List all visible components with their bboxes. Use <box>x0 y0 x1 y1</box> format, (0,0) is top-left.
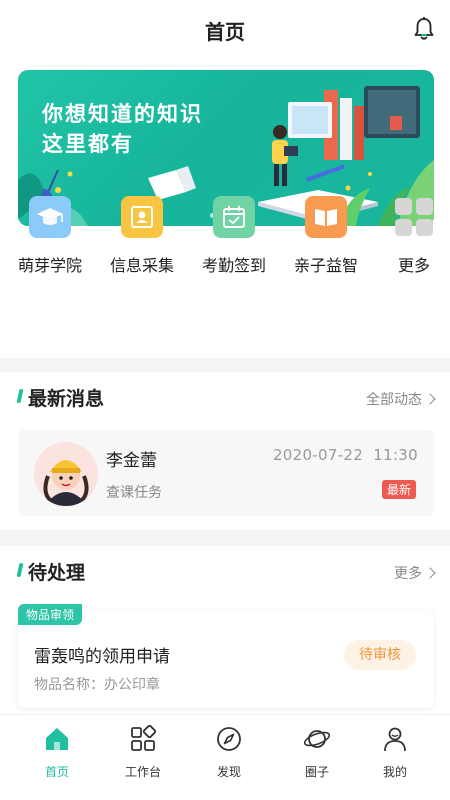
grid-icon <box>393 196 435 238</box>
news-time: 11:30 <box>373 446 418 464</box>
menu-item-label: 萌芽学院 <box>17 256 82 275</box>
todo-card[interactable]: 物品审领 雷轰鸣的领用申请 物品名称：办公印章 待审核 <box>18 604 434 708</box>
quick-menu: 萌芽学院 信息采集 考勤签到 亲子益智 更多 <box>0 196 450 286</box>
news-date: 2020-07-22 <box>272 446 364 464</box>
menu-item-parent-child[interactable]: 亲子益智 <box>284 196 368 276</box>
news-more-label: 全部动态 <box>366 392 422 408</box>
todo-item-subtitle: 物品名称：办公印章 <box>34 677 160 693</box>
todo-more-link[interactable]: 更多 <box>394 563 436 583</box>
todo-section: 待处理 更多 物品审领 雷轰鸣的领用申请 物品名称：办公印章 待审核 <box>0 546 450 716</box>
tab-label: 工作台 <box>124 765 161 779</box>
page-title: 首页 <box>205 20 245 44</box>
bell-icon[interactable] <box>412 16 436 42</box>
id-card-icon <box>121 196 163 238</box>
news-author-name: 李金蕾 <box>106 451 157 471</box>
menu-item-mengya-academy[interactable]: 萌芽学院 <box>8 196 92 276</box>
book-icon <box>305 196 347 238</box>
menu-item-info-collect[interactable]: 信息采集 <box>100 196 184 276</box>
todo-title: 待处理 <box>28 562 86 584</box>
tab-workbench[interactable]: 工作台 <box>108 724 178 780</box>
news-timestamp: 2020-07-22 11:30 <box>273 446 418 464</box>
menu-item-label: 考勤签到 <box>201 256 266 275</box>
graduation-cap-icon <box>29 196 71 238</box>
news-subtitle: 查课任务 <box>106 485 162 501</box>
menu-item-attendance[interactable]: 考勤签到 <box>192 196 276 276</box>
workbench-icon <box>131 724 157 751</box>
banner-headline-1: 你想知道的知识 <box>42 102 203 126</box>
todo-category-tag: 物品审领 <box>18 604 83 625</box>
chevron-right-icon <box>424 393 436 405</box>
menu-item-more[interactable]: 更多 <box>372 196 450 276</box>
todo-header: 待处理 更多 <box>0 546 450 596</box>
user-icon <box>384 727 406 752</box>
news-more-link[interactable]: 全部动态 <box>366 389 436 409</box>
todo-more-label: 更多 <box>394 566 422 582</box>
compass-icon <box>217 727 241 751</box>
avatar <box>34 442 98 506</box>
home-page: 首页 你想知道的知识 这里都有 萌芽学院 信息采集 考勤签到 亲子益智 更多 最… <box>0 0 450 800</box>
menu-item-label: 亲子益智 <box>293 256 358 275</box>
new-badge: 最新 <box>381 480 416 499</box>
todo-item-title: 雷轰鸣的领用申请 <box>34 647 170 667</box>
bottom-tab-bar: 首页 工作台 发现 圈子 我的 <box>0 714 450 800</box>
section-accent-bar <box>16 389 24 403</box>
tab-label: 圈子 <box>304 765 329 779</box>
header: 首页 <box>0 0 450 58</box>
chevron-right-icon <box>424 567 436 579</box>
calendar-check-icon <box>213 196 255 238</box>
section-accent-bar <box>16 563 24 577</box>
banner-headline-2: 这里都有 <box>42 132 134 156</box>
tab-discover[interactable]: 发现 <box>194 725 264 780</box>
menu-item-label: 信息采集 <box>109 256 174 275</box>
news-header: 最新消息 全部动态 <box>0 372 450 422</box>
menu-item-label: 更多 <box>397 256 430 275</box>
tab-label: 首页 <box>44 765 69 779</box>
tab-profile[interactable]: 我的 <box>360 725 430 780</box>
tab-circle[interactable]: 圈子 <box>282 725 352 780</box>
news-title: 最新消息 <box>28 388 105 410</box>
pending-review-status[interactable]: 待审核 <box>344 640 416 670</box>
tab-home[interactable]: 首页 <box>22 725 92 780</box>
home-icon <box>46 728 68 750</box>
news-card[interactable]: 李金蕾 查课任务 2020-07-22 11:30 最新 <box>18 430 434 516</box>
planet-icon <box>303 730 331 748</box>
tab-label: 发现 <box>216 765 241 779</box>
news-section: 最新消息 全部动态 李金蕾 查课任务 2020-07-22 11:30 最新 <box>0 372 450 530</box>
tab-label: 我的 <box>382 765 407 779</box>
